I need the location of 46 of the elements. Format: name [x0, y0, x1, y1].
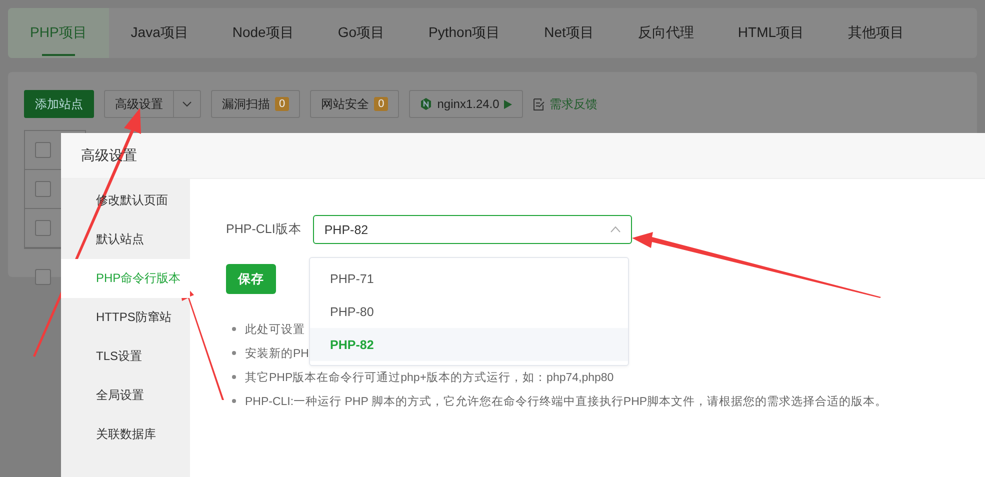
- save-button[interactable]: 保存: [226, 264, 276, 294]
- tab[interactable]: HTML项目: [716, 8, 826, 58]
- note-text: 此处可设置: [245, 322, 305, 336]
- dropdown-option[interactable]: PHP-71: [310, 262, 628, 295]
- add-site-button[interactable]: 添加站点: [24, 90, 94, 118]
- vulnerability-scan-button[interactable]: 漏洞扫描 0: [211, 90, 300, 118]
- count-badge: 0: [374, 97, 388, 111]
- dropdown-option[interactable]: PHP-80: [310, 295, 628, 328]
- play-icon: [504, 100, 512, 108]
- checkbox[interactable]: [35, 269, 51, 285]
- version-select[interactable]: PHP-82: [313, 215, 632, 244]
- hexagon-icon: [420, 98, 432, 110]
- menu-item[interactable]: HTTPS防窜站: [61, 298, 190, 337]
- bullet-icon: [232, 399, 236, 403]
- tab[interactable]: Net项目: [522, 8, 616, 58]
- count-badge: 0: [275, 97, 290, 111]
- edit-icon: [533, 98, 546, 110]
- menu-item[interactable]: TLS设置: [61, 337, 190, 376]
- checkbox[interactable]: [35, 142, 51, 158]
- checkbox[interactable]: [35, 220, 51, 236]
- menu-item[interactable]: PHP命令行版本: [61, 259, 190, 298]
- chevron-icon: [610, 226, 622, 233]
- site-security-button[interactable]: 网站安全 0: [310, 90, 400, 118]
- dropdown-option[interactable]: PHP-82: [310, 328, 628, 361]
- caret-icon: [182, 101, 192, 107]
- nginx-button[interactable]: nginx1.24.0: [409, 90, 524, 118]
- tab[interactable]: Go项目: [316, 8, 407, 58]
- note-text: PHP-CLI:一种运行 PHP 脚本的方式，它允许您在命令行终端中直接执行PHP脚本文件，请根据您的需求选择合适的版本。: [245, 394, 888, 408]
- bullet-icon: [232, 375, 236, 379]
- note-text: 其它PHP版本在命令行可通过php+版本的方式运行，如：php74,php80: [245, 370, 614, 384]
- menu-item[interactable]: 全局设置: [61, 376, 190, 415]
- advanced-settings-button[interactable]: 高级设置: [104, 90, 174, 118]
- tab[interactable]: Python项目: [406, 8, 522, 58]
- bullet-icon: [232, 327, 236, 331]
- checkbox[interactable]: [35, 181, 51, 197]
- tab[interactable]: 反向代理: [616, 8, 716, 58]
- tab[interactable]: PHP项目: [8, 8, 109, 58]
- menu-item[interactable]: 默认站点: [61, 220, 190, 259]
- field-label: PHP-CLI版本: [226, 221, 302, 238]
- menu-item[interactable]: 关联数据库: [61, 415, 190, 454]
- note-text: 安装新的PH: [245, 346, 309, 360]
- tab[interactable]: Node项目: [210, 8, 316, 58]
- dropdown-button[interactable]: [174, 90, 201, 118]
- bullet-icon: [232, 351, 236, 355]
- tab[interactable]: Java项目: [108, 8, 210, 58]
- tab[interactable]: 其他项目: [826, 8, 926, 58]
